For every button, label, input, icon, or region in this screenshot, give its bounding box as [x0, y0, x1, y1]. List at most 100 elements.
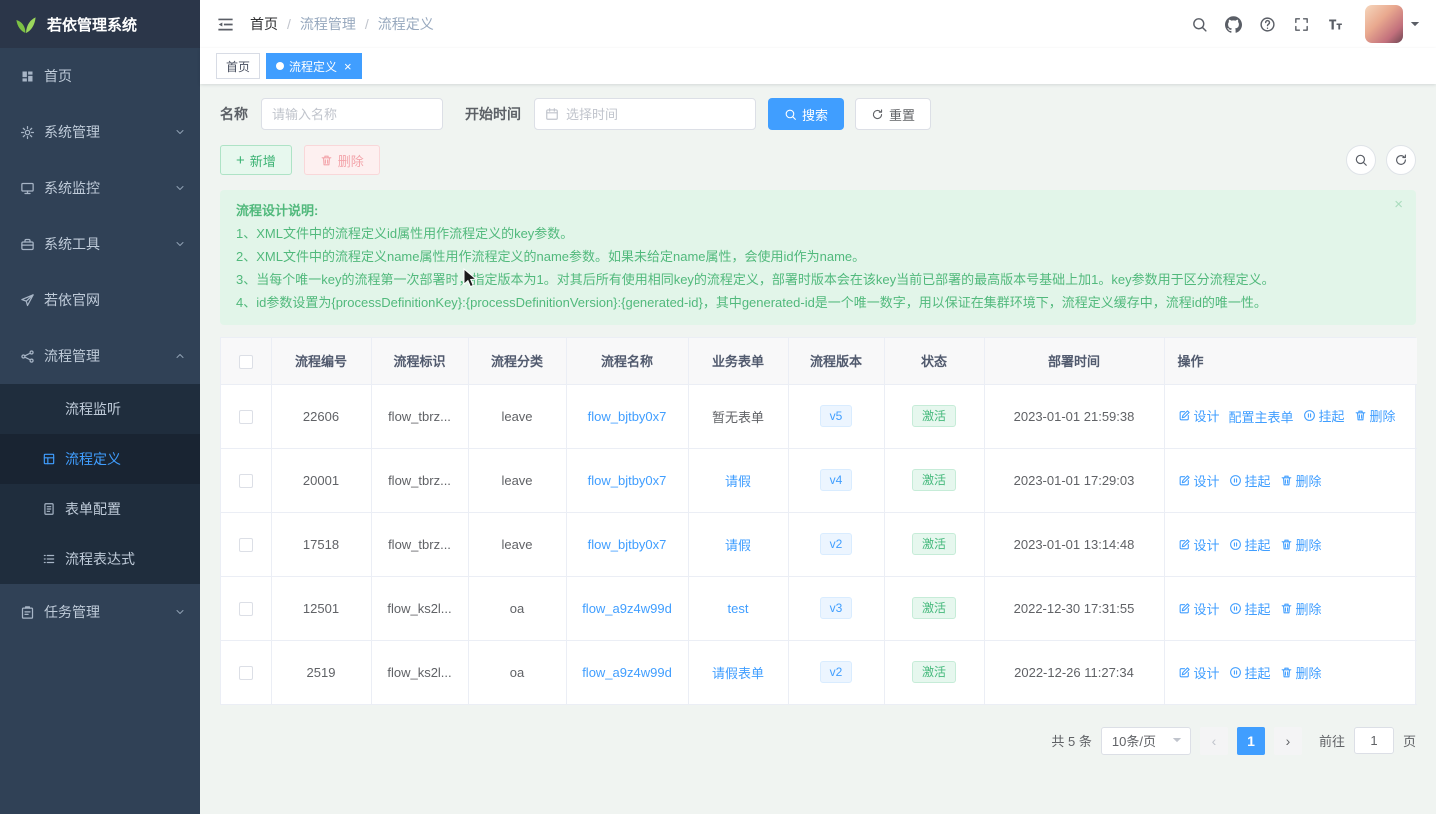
cell-operations: 设计 挂起 删除: [1164, 512, 1417, 577]
sidebar-subitem-process-listener[interactable]: 流程监听: [0, 384, 200, 434]
prev-page-button[interactable]: ‹: [1199, 726, 1228, 755]
cell-process-code: 12501: [271, 576, 372, 641]
chevron-down-icon: [174, 126, 186, 138]
business-form-link[interactable]: 请假表单: [712, 666, 764, 681]
op-design-link[interactable]: 设计: [1178, 599, 1220, 618]
status-badge: 激活: [911, 405, 956, 427]
table-toolbar: + 新增 删除: [220, 145, 1416, 175]
sidebar-item-official-site[interactable]: 若依官网: [0, 272, 200, 328]
font-size-icon[interactable]: [1327, 16, 1344, 33]
monitor-icon: [20, 181, 35, 196]
sidebar-subitem-process-definition[interactable]: 流程定义: [0, 434, 200, 484]
cell-operations: 设计 挂起 删除: [1164, 640, 1417, 705]
op-delete-link[interactable]: 删除: [1280, 663, 1322, 682]
sidebar-toggle-icon[interactable]: [216, 15, 235, 34]
sidebar-subitem-form-config[interactable]: 表单配置: [0, 484, 200, 534]
process-table: 流程编号 流程标识 流程分类 流程名称 业务表单 流程版本 状态 部署时间 操作 22606 fl…: [220, 337, 1417, 705]
op-suspend-link[interactable]: 挂起: [1229, 663, 1271, 682]
navbar: 首页 / 流程管理 / 流程定义: [200, 0, 1436, 48]
github-icon[interactable]: [1225, 15, 1242, 33]
active-tab-dot: [276, 62, 285, 70]
next-page-button[interactable]: ›: [1273, 726, 1302, 755]
search-icon[interactable]: [1191, 16, 1208, 33]
close-icon[interactable]: ×: [1394, 197, 1403, 212]
tab-process-definition[interactable]: 流程定义 ×: [266, 53, 362, 79]
sidebar-item-process-mgmt[interactable]: 流程管理: [0, 328, 200, 384]
row-checkbox[interactable]: [238, 601, 253, 616]
page-size-select[interactable]: 10条/页: [1100, 726, 1191, 755]
op-delete-link[interactable]: 删除: [1280, 535, 1322, 554]
sidebar-subitem-process-expression[interactable]: 流程表达式: [0, 534, 200, 584]
refresh-table-button[interactable]: [1386, 145, 1416, 175]
op-design-link[interactable]: 设计: [1178, 663, 1220, 682]
pause-icon: [1229, 602, 1242, 615]
trash-icon: [1280, 666, 1293, 679]
page-number-button[interactable]: 1: [1236, 726, 1265, 755]
op-suspend-link[interactable]: 挂起: [1229, 535, 1271, 554]
toggle-search-button[interactable]: [1346, 145, 1376, 175]
process-name-link[interactable]: flow_bjtby0x7: [588, 409, 667, 424]
fullscreen-icon[interactable]: [1293, 16, 1310, 33]
cell-process-category: leave: [468, 384, 567, 449]
sidebar-subitem-label: 流程监听: [65, 401, 121, 417]
sidebar-item-system-monitor[interactable]: 系统监控: [0, 160, 200, 216]
avatar[interactable]: [1365, 5, 1403, 43]
app-logo[interactable]: 若依管理系统: [0, 0, 200, 48]
op-design-link[interactable]: 设计: [1178, 406, 1220, 425]
tab-home[interactable]: 首页: [216, 53, 261, 79]
op-delete-link[interactable]: 删除: [1280, 599, 1322, 618]
business-form-link[interactable]: 请假: [725, 538, 751, 553]
row-checkbox[interactable]: [238, 409, 253, 424]
chevron-down-icon: [174, 350, 186, 362]
op-design-link[interactable]: 设计: [1178, 471, 1220, 490]
op-suspend-link[interactable]: 挂起: [1303, 406, 1345, 425]
chevron-down-icon: [174, 238, 186, 250]
name-input-wrap: [261, 98, 448, 130]
cell-process-category: oa: [468, 640, 567, 705]
cell-business-form: 请假: [688, 512, 789, 577]
sidebar-item-system-tools[interactable]: 系统工具: [0, 216, 200, 272]
reset-button[interactable]: 重置: [855, 98, 932, 130]
process-name-link[interactable]: flow_a9z4w99d: [582, 601, 672, 616]
breadcrumb-item[interactable]: 首页: [250, 14, 278, 34]
op-delete-link[interactable]: 删除: [1280, 471, 1322, 490]
question-icon[interactable]: [1259, 16, 1276, 33]
pause-icon: [1303, 409, 1316, 422]
trash-icon: [1280, 602, 1293, 615]
cell-deploy-time: 2023-01-01 17:29:03: [984, 448, 1165, 513]
business-form-link[interactable]: 请假: [725, 474, 751, 489]
search-button[interactable]: 搜索: [768, 98, 845, 130]
trash-icon: [320, 154, 333, 167]
business-form-link[interactable]: test: [728, 601, 749, 616]
op-suspend-link[interactable]: 挂起: [1229, 599, 1271, 618]
page-content: 名称 开始时间 搜索 重置: [200, 84, 1436, 814]
goto-page-input[interactable]: [1353, 727, 1394, 754]
row-checkbox[interactable]: [238, 473, 253, 488]
start-time-input[interactable]: [566, 106, 745, 122]
trash-icon: [1280, 538, 1293, 551]
row-checkbox[interactable]: [238, 665, 253, 680]
sidebar-item-home[interactable]: 首页: [0, 48, 200, 104]
notice-line: 4、id参数设置为{processDefinitionKey}:{process…: [236, 295, 1267, 310]
op-suspend-link[interactable]: 挂起: [1229, 471, 1271, 490]
cell-process-code: 20001: [271, 448, 372, 513]
add-button[interactable]: + 新增: [220, 145, 292, 175]
table-row: 17518 flow_tbrz... leave flow_bjtby0x7 请假 v2 激…: [221, 512, 1417, 577]
row-checkbox[interactable]: [238, 537, 253, 552]
process-name-link[interactable]: flow_bjtby0x7: [588, 537, 667, 552]
refresh-icon: [871, 108, 884, 121]
chevron-down-icon: [174, 182, 186, 194]
process-name-link[interactable]: flow_a9z4w99d: [582, 665, 672, 680]
op-delete-link[interactable]: 删除: [1354, 406, 1396, 425]
sidebar-item-system-admin[interactable]: 系统管理: [0, 104, 200, 160]
op-configure-main-form-link[interactable]: 配置主表单: [1229, 407, 1294, 426]
op-design-link[interactable]: 设计: [1178, 535, 1220, 554]
close-icon[interactable]: ×: [344, 60, 352, 73]
process-name-link[interactable]: flow_bjtby0x7: [588, 473, 667, 488]
total-count: 共 5 条: [1051, 734, 1092, 749]
sidebar-item-task-mgmt[interactable]: 任务管理: [0, 584, 200, 640]
select-all-checkbox[interactable]: [238, 354, 253, 369]
name-input[interactable]: [272, 106, 448, 122]
delete-button[interactable]: 删除: [303, 145, 380, 175]
user-menu[interactable]: [1365, 5, 1420, 43]
